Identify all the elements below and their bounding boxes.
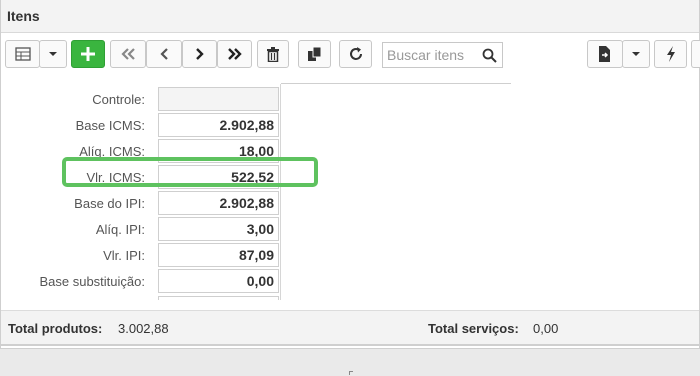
previous-record-button[interactable] <box>146 40 182 68</box>
field-label: Base substituição: <box>39 274 145 289</box>
field-base-icms: Base ICMS: 2.902,88 <box>1 113 281 137</box>
panel-title: Itens <box>7 8 40 24</box>
vlr-ipi-field[interactable]: 87,09 <box>158 243 279 267</box>
base-ipi-field[interactable]: 2.902,88 <box>158 191 279 215</box>
delete-button[interactable] <box>257 40 289 68</box>
add-item-button[interactable] <box>71 40 105 68</box>
field-base-substituicao: Base substituição: 0,00 <box>1 269 281 293</box>
next-icon <box>195 47 205 61</box>
items-panel: Itens Buscar itens Controle: Base ICMS: … <box>0 0 700 349</box>
base-substituicao-field[interactable]: 0,00 <box>158 269 279 293</box>
export-options-dropdown[interactable] <box>622 40 650 68</box>
copy-icon <box>307 47 322 61</box>
grid-view-button[interactable] <box>5 40 40 68</box>
next-field-partial <box>158 296 279 300</box>
chevron-down-icon <box>48 51 58 57</box>
first-icon <box>120 47 136 61</box>
field-base-ipi: Base do IPI: 2.902,88 <box>1 191 281 215</box>
refresh-icon <box>348 46 364 62</box>
first-record-button[interactable] <box>110 40 146 68</box>
last-icon <box>227 47 243 61</box>
bottom-border <box>0 344 700 346</box>
search-box <box>382 42 503 68</box>
more-button[interactable] <box>691 40 700 68</box>
bolt-icon <box>666 46 676 62</box>
field-label: Base ICMS: <box>75 118 145 133</box>
total-servicos-label: Total serviços: <box>428 321 519 336</box>
toolbar <box>1 40 700 72</box>
controle-field[interactable] <box>158 87 279 111</box>
prev-icon <box>159 47 169 61</box>
divider <box>281 83 511 84</box>
total-produtos-label: Total produtos: <box>8 321 103 336</box>
search-input[interactable] <box>387 46 479 64</box>
field-vlr-ipi: Vlr. IPI: 87,09 <box>1 243 281 267</box>
field-label: Alíq. IPI: <box>95 222 145 237</box>
highlight-box <box>62 157 318 187</box>
table-icon <box>14 47 31 61</box>
base-icms-field[interactable]: 2.902,88 <box>158 113 279 137</box>
duplicate-button[interactable] <box>298 40 331 68</box>
next-record-button[interactable] <box>182 40 217 68</box>
field-aliq-ipi: Alíq. IPI: 3,00 <box>1 217 281 241</box>
aliq-ipi-field[interactable]: 3,00 <box>158 217 279 241</box>
view-options-dropdown[interactable] <box>39 40 67 68</box>
field-controle: Controle: <box>1 87 281 111</box>
panel-header: Itens <box>1 0 699 33</box>
field-label: Vlr. IPI: <box>103 248 145 263</box>
chevron-down-icon <box>631 51 641 57</box>
resize-handle[interactable] <box>349 371 353 375</box>
field-label: Base do IPI: <box>74 196 145 211</box>
export-button[interactable] <box>587 40 623 68</box>
totals-footer: Total produtos: 3.002,88 Total serviços:… <box>1 310 699 345</box>
refresh-button[interactable] <box>339 40 372 68</box>
trash-icon <box>267 46 279 62</box>
actions-button[interactable] <box>654 40 687 68</box>
plus-icon <box>80 46 96 62</box>
total-servicos-value: 0,00 <box>533 321 559 336</box>
export-icon <box>598 46 612 62</box>
field-label: Controle: <box>92 92 145 107</box>
search-icon[interactable] <box>482 48 497 66</box>
total-produtos-value: 3.002,88 <box>118 321 169 336</box>
last-record-button[interactable] <box>217 40 252 68</box>
